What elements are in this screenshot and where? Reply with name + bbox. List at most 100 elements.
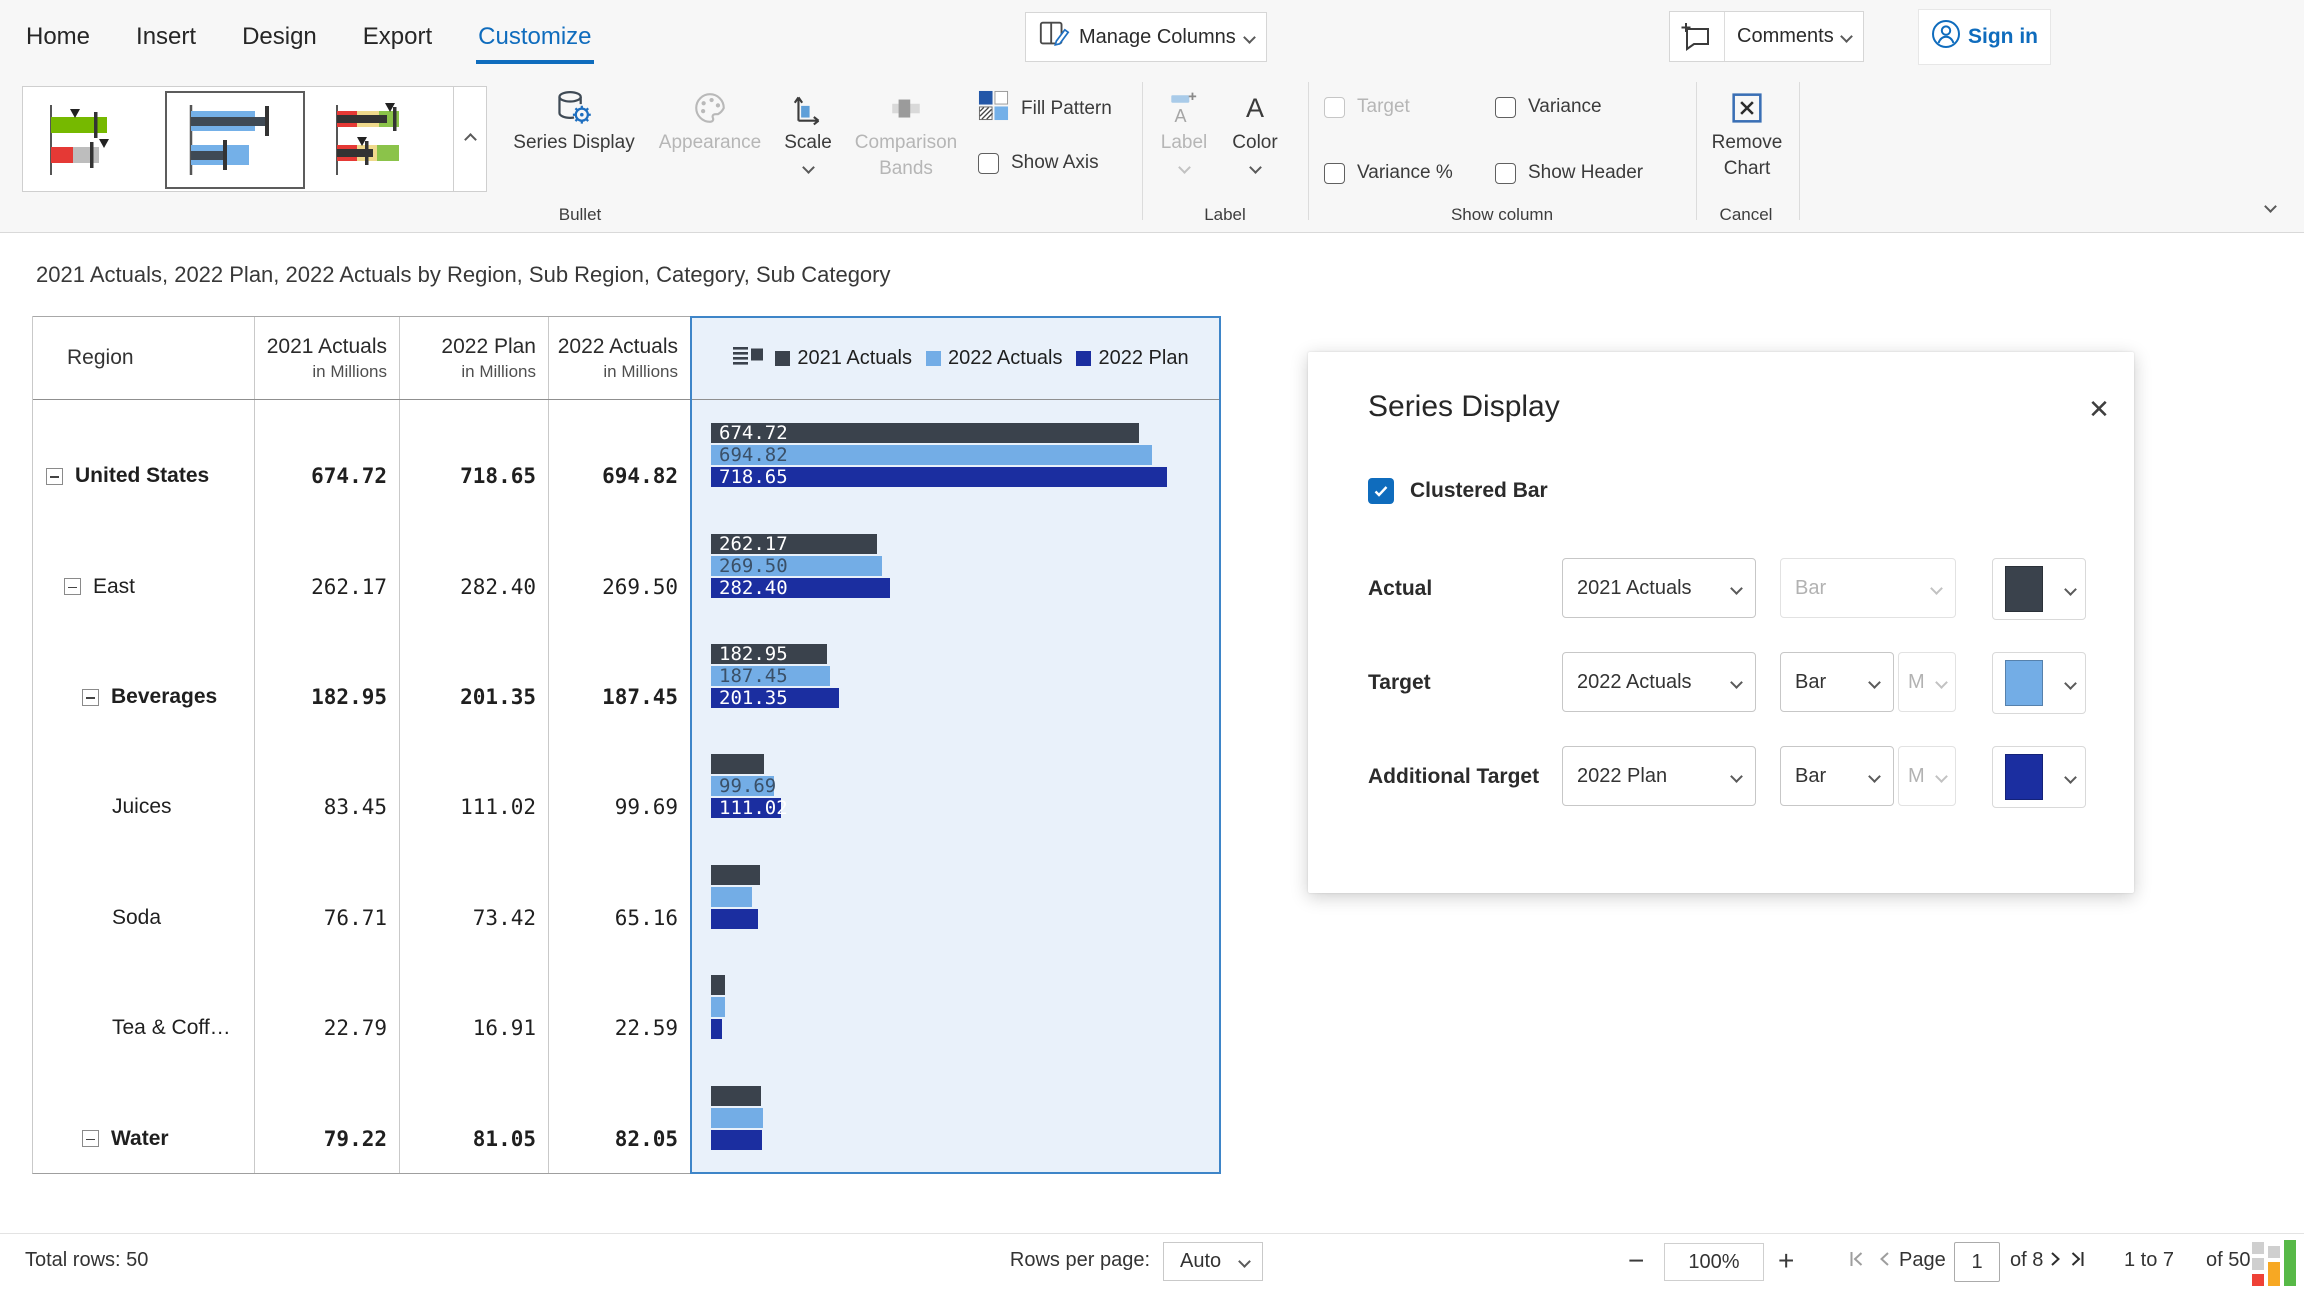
variance-pct-checkbox-row[interactable]: Variance % <box>1324 162 1453 184</box>
bar-2022-plan[interactable]: 718.65 <box>711 467 1167 487</box>
measure-dropdown[interactable]: 2022 Plan <box>1562 746 1756 806</box>
column-header-2022-plan[interactable]: 2022 Plan in Millions <box>400 317 549 399</box>
gallery-collapse-control[interactable] <box>454 86 487 192</box>
zoom-out-button[interactable]: − <box>1628 1245 1644 1277</box>
value-cell[interactable]: 22.59 <box>549 952 691 1062</box>
bar-2021-actuals[interactable] <box>711 1086 761 1106</box>
value-cell[interactable]: 201.35 <box>400 621 549 731</box>
bar-2022-actuals[interactable]: 694.82 <box>711 445 1152 465</box>
column-header-2021-actuals[interactable]: 2021 Actuals in Millions <box>255 317 400 399</box>
variance-checkbox[interactable] <box>1495 97 1516 118</box>
value-cell[interactable]: 76.71 <box>255 842 400 952</box>
zoom-level[interactable]: 100% <box>1664 1243 1764 1281</box>
rows-per-page-dropdown[interactable]: Auto <box>1163 1242 1263 1281</box>
legend-options-icon[interactable] <box>733 346 765 371</box>
chart-cell[interactable]: 262.17269.50282.40 <box>691 510 1221 620</box>
bar-2022-plan[interactable]: 201.35 <box>711 688 839 708</box>
bar-2022-actuals[interactable]: 99.69 <box>711 776 774 796</box>
bar-2021-actuals[interactable]: 182.95 <box>711 644 827 664</box>
value-cell[interactable]: 83.45 <box>255 731 400 841</box>
measure-dropdown[interactable]: 2021 Actuals <box>1562 558 1756 618</box>
value-cell[interactable]: 674.72 <box>255 400 400 510</box>
value-cell[interactable]: 269.50 <box>549 510 691 620</box>
chart-cell[interactable] <box>691 952 1221 1062</box>
menu-tab-export[interactable]: Export <box>363 23 432 51</box>
value-cell[interactable]: 694.82 <box>549 400 691 510</box>
manage-columns-button[interactable]: Manage Columns <box>1025 12 1267 62</box>
show-header-checkbox-row[interactable]: Show Header <box>1495 162 1643 184</box>
bar-2022-plan[interactable] <box>711 909 758 929</box>
measure-dropdown[interactable]: 2022 Actuals <box>1562 652 1756 712</box>
value-cell[interactable]: 718.65 <box>400 400 549 510</box>
bar-2022-plan[interactable] <box>711 1130 762 1150</box>
menu-tab-design[interactable]: Design <box>242 23 317 51</box>
bar-2022-actuals[interactable] <box>711 887 752 907</box>
value-cell[interactable]: 99.69 <box>549 731 691 841</box>
next-page-icon[interactable] <box>2044 1248 2066 1276</box>
value-cell[interactable]: 182.95 <box>255 621 400 731</box>
bar-2021-actuals[interactable] <box>711 865 760 885</box>
bar-2022-plan[interactable]: 111.02 <box>711 798 781 818</box>
remove-chart-button[interactable]: RemoveChart <box>1707 86 1787 181</box>
menu-tab-home[interactable]: Home <box>26 23 90 51</box>
last-page-icon[interactable] <box>2066 1248 2088 1276</box>
clustered-bar-checkbox-row[interactable]: Clustered Bar <box>1368 478 1548 504</box>
variance-pct-checkbox[interactable] <box>1324 163 1345 184</box>
close-icon[interactable]: ✕ <box>2080 390 2118 428</box>
value-cell[interactable]: 73.42 <box>400 842 549 952</box>
bar-2022-plan[interactable] <box>711 1019 722 1039</box>
comments-button[interactable]: Comments <box>1669 11 1864 62</box>
chart-type-dropdown[interactable]: Bar <box>1780 652 1894 712</box>
menu-tab-customize[interactable]: Customize <box>478 23 591 51</box>
bar-2022-actuals[interactable]: 187.45 <box>711 666 830 686</box>
bar-2021-actuals[interactable] <box>711 975 725 995</box>
sign-in-button[interactable]: Sign in <box>1918 9 2051 65</box>
series-display-button[interactable]: Series Display <box>506 86 642 156</box>
chart-cell[interactable]: 99.69111.02 <box>691 731 1221 841</box>
collapse-icon[interactable] <box>64 578 81 595</box>
value-cell[interactable]: 81.05 <box>400 1063 549 1173</box>
region-cell[interactable]: East <box>33 510 255 620</box>
bar-2022-plan[interactable]: 282.40 <box>711 578 890 598</box>
series-color-picker[interactable] <box>1992 558 2086 620</box>
series-color-picker[interactable] <box>1992 652 2086 714</box>
region-cell[interactable]: Water <box>33 1063 255 1173</box>
fill-pattern-button[interactable]: Fill Pattern <box>978 90 1112 127</box>
bar-2021-actuals[interactable]: 262.17 <box>711 534 877 554</box>
column-header-2022-actuals[interactable]: 2022 Actuals in Millions <box>549 317 691 399</box>
chart-cell[interactable]: 674.72694.82718.65 <box>691 400 1221 510</box>
chart-style-option-1[interactable] <box>37 95 145 190</box>
zoom-in-button[interactable]: + <box>1778 1245 1794 1277</box>
collapse-icon[interactable] <box>82 1130 99 1147</box>
bar-2022-actuals[interactable] <box>711 997 725 1017</box>
region-cell[interactable]: Soda <box>33 842 255 952</box>
first-page-icon[interactable] <box>1846 1248 1868 1276</box>
show-axis-checkbox-row[interactable]: Show Axis <box>978 152 1099 174</box>
show-axis-checkbox[interactable] <box>978 153 999 174</box>
region-cell[interactable]: Juices <box>33 731 255 841</box>
series-color-picker[interactable] <box>1992 746 2086 808</box>
value-cell[interactable]: 65.16 <box>549 842 691 952</box>
collapse-ribbon-button[interactable] <box>2266 198 2275 216</box>
clustered-bar-checkbox[interactable] <box>1368 478 1394 504</box>
bar-2021-actuals[interactable]: 674.72 <box>711 423 1139 443</box>
value-cell[interactable]: 16.91 <box>400 952 549 1062</box>
variance-checkbox-row[interactable]: Variance <box>1495 96 1602 118</box>
value-cell[interactable]: 111.02 <box>400 731 549 841</box>
chart-column-header[interactable]: 2021 Actuals2022 Actuals2022 Plan <box>691 317 1221 399</box>
previous-page-icon[interactable] <box>1874 1248 1896 1276</box>
value-cell[interactable]: 262.17 <box>255 510 400 620</box>
chart-style-option-2-selected[interactable] <box>165 91 305 189</box>
chevron-down-icon[interactable] <box>802 161 815 174</box>
chart-style-option-3[interactable] <box>323 95 431 190</box>
region-cell[interactable]: Beverages <box>33 621 255 731</box>
bar-2022-actuals[interactable]: 269.50 <box>711 556 882 576</box>
region-cell[interactable]: Tea & Coff… <box>33 952 255 1062</box>
chevron-down-icon[interactable] <box>1249 161 1262 174</box>
collapse-icon[interactable] <box>46 468 63 485</box>
menu-tab-insert[interactable]: Insert <box>136 23 196 51</box>
chart-cell[interactable] <box>691 842 1221 952</box>
show-header-checkbox[interactable] <box>1495 163 1516 184</box>
region-cell[interactable]: United States <box>33 400 255 510</box>
column-header-region[interactable]: Region <box>33 317 255 399</box>
